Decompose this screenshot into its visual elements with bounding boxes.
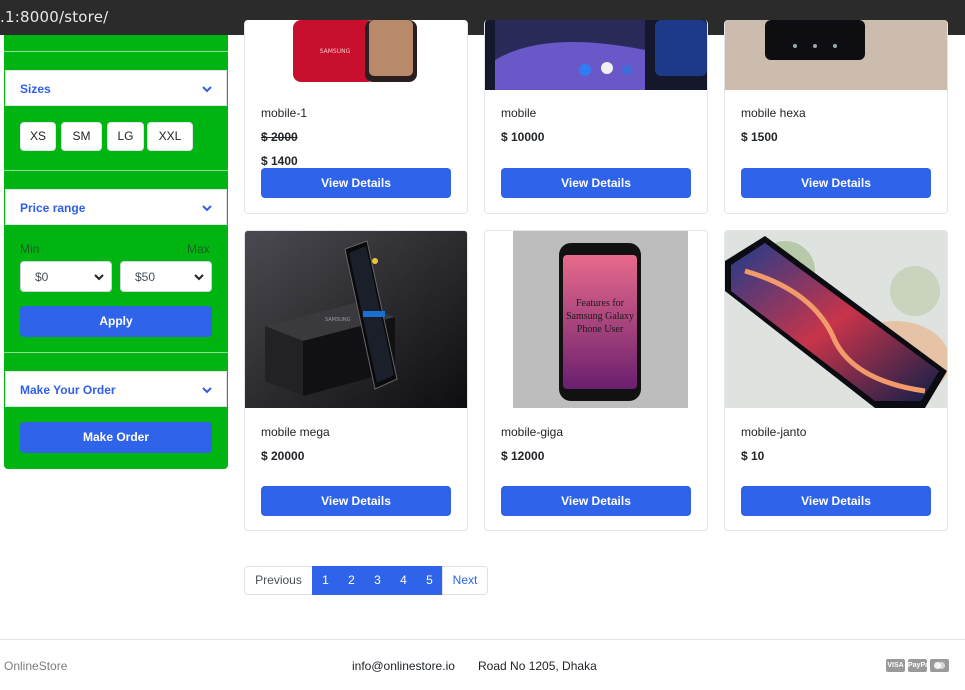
view-details-button[interactable]: View Details xyxy=(501,168,691,198)
product-price: $ 10 xyxy=(741,449,765,463)
product-image[interactable]: SAMSUNG xyxy=(245,231,467,408)
chevron-down-icon xyxy=(94,274,104,281)
pagination-previous[interactable]: Previous xyxy=(244,566,313,595)
pagination-page-4[interactable]: 4 xyxy=(390,566,417,595)
product-card: mobile hexa $ 1500 View Details xyxy=(724,20,948,214)
product-image-caption: Features for Samsung Galaxy Phone User xyxy=(565,298,635,335)
product-name: mobile mega xyxy=(261,425,330,439)
footer-brand: OnlineStore xyxy=(4,659,68,673)
product-card: Features for Samsung Galaxy Phone User m… xyxy=(484,230,708,531)
product-name: mobile-janto xyxy=(741,425,807,439)
product-card: mobile-janto $ 10 View Details xyxy=(724,230,948,531)
product-name: mobile xyxy=(501,106,537,120)
visa-icon: VISA xyxy=(886,659,905,672)
apply-button[interactable]: Apply xyxy=(20,306,212,337)
sizes-title: Sizes xyxy=(20,82,51,96)
make-order-button[interactable]: Make Order xyxy=(20,422,212,453)
divider xyxy=(4,51,228,52)
make-order-title: Make Your Order xyxy=(20,383,116,397)
size-xxl-button[interactable]: XXL xyxy=(147,122,193,151)
svg-text:SAMSUNG: SAMSUNG xyxy=(325,317,351,323)
footer-address: Road No 1205, Dhaka xyxy=(478,659,597,673)
make-order-accordion-header[interactable]: Make Your Order xyxy=(5,371,227,407)
price-range-accordion-header[interactable]: Price range xyxy=(5,189,227,225)
product-image[interactable] xyxy=(725,231,947,408)
product-name: mobile-giga xyxy=(501,425,564,439)
product-image[interactable] xyxy=(485,20,707,90)
footer-email: info@onlinestore.io xyxy=(352,659,455,673)
url-text: .1:8000/store/ xyxy=(0,8,109,26)
size-lg-button[interactable]: LG xyxy=(107,122,144,151)
product-name: mobile-1 xyxy=(261,106,308,120)
pagination-page-3[interactable]: 3 xyxy=(364,566,391,595)
size-xs-button[interactable]: XS xyxy=(20,122,56,151)
product-image[interactable]: Features for Samsung Galaxy Phone User xyxy=(485,231,707,408)
pagination: Previous 1 2 3 4 5 Next xyxy=(244,566,488,595)
view-details-button[interactable]: View Details xyxy=(261,168,451,198)
chevron-down-icon xyxy=(202,86,212,93)
product-card: SAMSUNG mobile mega $ 20000 View Details xyxy=(244,230,468,531)
svg-text:SAMSUNG: SAMSUNG xyxy=(320,48,351,55)
chevron-down-icon xyxy=(194,274,204,281)
product-card: SAMSUNG mobile-1 $ 2000 $ 1400 View Deta… xyxy=(244,20,468,214)
divider xyxy=(4,170,228,171)
view-details-button[interactable]: View Details xyxy=(741,486,931,516)
product-image[interactable]: SAMSUNG xyxy=(245,20,467,90)
chevron-down-icon xyxy=(202,205,212,212)
view-details-button[interactable]: View Details xyxy=(741,168,931,198)
view-details-button[interactable]: View Details xyxy=(501,486,691,516)
pagination-page-5[interactable]: 5 xyxy=(416,566,443,595)
product-old-price: $ 2000 xyxy=(261,130,298,144)
paypal-icon: PayPal xyxy=(908,659,931,672)
pagination-page-1[interactable]: 1 xyxy=(312,566,339,595)
min-price-value: $0 xyxy=(35,270,49,284)
product-price: $ 10000 xyxy=(501,130,545,144)
max-price-select[interactable]: $50 xyxy=(120,261,212,292)
sizes-accordion-header[interactable]: Sizes xyxy=(5,70,227,106)
pagination-page-2[interactable]: 2 xyxy=(338,566,365,595)
chevron-down-icon xyxy=(202,387,212,394)
filter-sidebar: Sizes XS SM LG XXL Price range Min Max $… xyxy=(4,35,228,469)
price-range-title: Price range xyxy=(20,201,86,215)
product-price: $ 1400 xyxy=(261,154,298,168)
max-label: Max xyxy=(187,242,210,256)
divider xyxy=(4,352,228,353)
product-price: $ 20000 xyxy=(261,449,305,463)
max-price-value: $50 xyxy=(135,270,156,284)
mastercard-icon xyxy=(930,659,949,672)
product-price: $ 12000 xyxy=(501,449,545,463)
pagination-next[interactable]: Next xyxy=(442,566,488,595)
min-price-select[interactable]: $0 xyxy=(20,261,112,292)
product-card: mobile $ 10000 View Details xyxy=(484,20,708,214)
product-name: mobile hexa xyxy=(741,106,806,120)
product-price: $ 1500 xyxy=(741,130,778,144)
size-sm-button[interactable]: SM xyxy=(61,122,102,151)
footer-divider xyxy=(0,639,965,640)
product-image[interactable] xyxy=(725,20,947,90)
min-label: Min xyxy=(20,242,40,256)
view-details-button[interactable]: View Details xyxy=(261,486,451,516)
